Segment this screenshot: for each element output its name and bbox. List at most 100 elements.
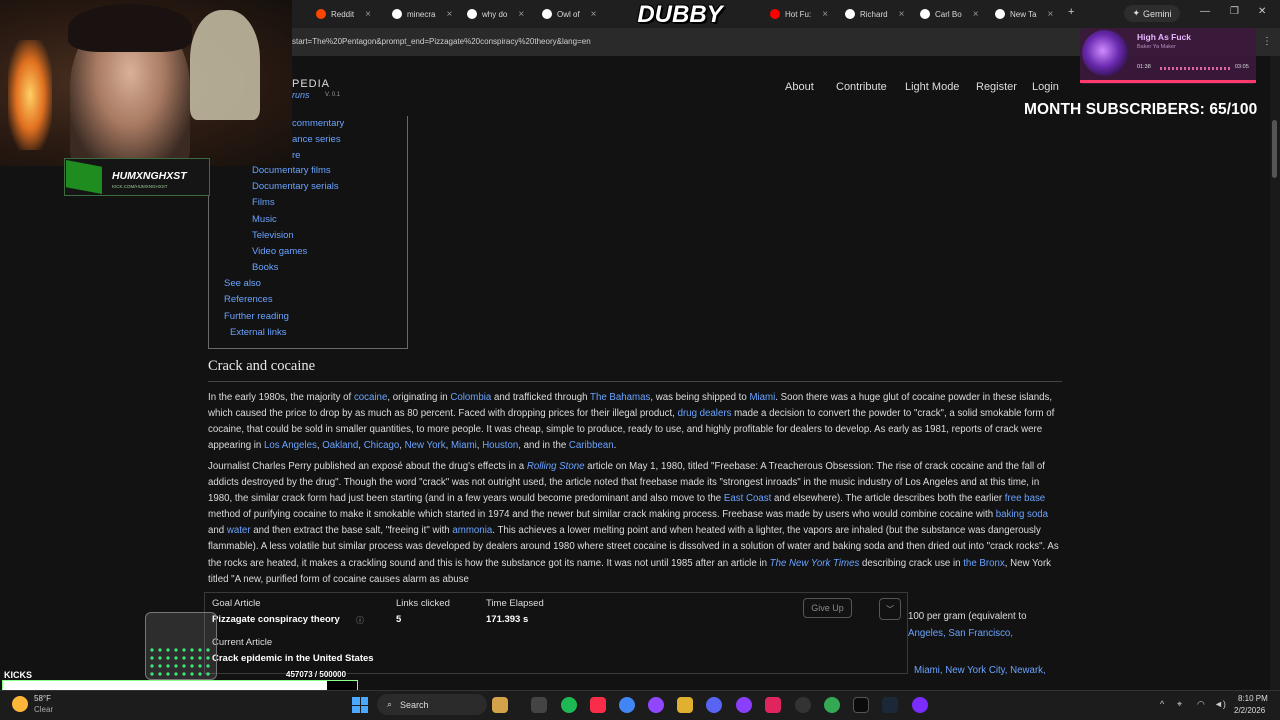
music-app-icon[interactable] <box>590 697 606 713</box>
toc-item[interactable]: See also <box>224 278 261 289</box>
article-link[interactable]: Los Angeles <box>264 440 317 451</box>
article-link[interactable]: water <box>227 525 251 536</box>
toc-item[interactable]: Films <box>252 197 275 208</box>
toc-item[interactable]: External links <box>230 327 287 338</box>
file-explorer-icon[interactable] <box>492 697 508 713</box>
location-icon[interactable]: ⌖ <box>1177 699 1182 710</box>
gemini-button[interactable]: ✦ Gemini <box>1124 5 1180 22</box>
article-link[interactable]: cocaine <box>354 392 387 403</box>
browser-tab[interactable]: Richard × <box>845 5 904 23</box>
toc-item[interactable]: Documentary films <box>252 165 331 176</box>
article-link[interactable]: Colombia <box>450 392 491 403</box>
browser-icon[interactable] <box>824 697 840 713</box>
article-link[interactable]: ammonia <box>452 525 492 536</box>
toc-item[interactable]: References <box>224 294 273 305</box>
tab-close-icon[interactable]: × <box>365 9 371 20</box>
article-link[interactable]: the Bronx <box>963 558 1004 569</box>
heading-divider <box>208 381 1062 382</box>
new-tab-button[interactable]: + <box>1068 6 1074 18</box>
browser-tab[interactable]: Owl of × <box>542 5 597 23</box>
nav-contribute[interactable]: Contribute <box>836 81 887 93</box>
nav-register[interactable]: Register <box>976 81 1017 93</box>
app-icon-purple[interactable] <box>736 697 752 713</box>
tab-close-icon[interactable]: × <box>591 9 597 20</box>
article-link[interactable]: New York <box>405 440 446 451</box>
browser-tab[interactable]: New Ta × <box>995 5 1053 23</box>
article-link[interactable]: Caribbean <box>569 440 614 451</box>
tab-close-icon[interactable]: × <box>518 9 524 20</box>
windows-start-icon[interactable] <box>352 697 368 713</box>
nav-light-mode[interactable]: Light Mode <box>905 81 959 93</box>
nav-login[interactable]: Login <box>1032 81 1059 93</box>
article-link[interactable]: free base <box>1005 493 1045 504</box>
maximize-icon[interactable]: ❐ <box>1230 6 1239 17</box>
nav-about[interactable]: About <box>785 81 814 93</box>
song-total: 03:05 <box>1235 64 1249 70</box>
article-link[interactable]: drug dealers <box>678 408 732 419</box>
chrome-icon[interactable] <box>619 697 635 713</box>
spotify-icon[interactable] <box>561 697 577 713</box>
browser-tab[interactable]: Reddit × <box>316 5 371 23</box>
article-link[interactable]: Miami <box>451 440 477 451</box>
site-logo[interactable]: PEDIA <box>292 78 330 90</box>
folder-icon[interactable] <box>677 697 693 713</box>
goal-article-value: Pizzagate conspiracy theory <box>212 614 340 625</box>
url-text[interactable]: start=The%20Pentagon&prompt_end=Pizzagat… <box>292 37 591 46</box>
toc-item[interactable]: commentary <box>292 118 344 129</box>
terminal-icon[interactable] <box>531 697 547 713</box>
app-icon-violet[interactable] <box>912 697 928 713</box>
article-link[interactable]: The Bahamas <box>590 392 650 403</box>
minimize-icon[interactable]: — <box>1200 6 1210 17</box>
taskbar-search[interactable]: ⌕ Search <box>377 694 487 715</box>
browser-tab[interactable]: Hot Fu: × <box>770 5 828 23</box>
scrollbar-thumb[interactable] <box>1272 120 1277 178</box>
toc-item[interactable]: Documentary serials <box>252 181 339 192</box>
article-link[interactable]: Houston <box>482 440 518 451</box>
article-link[interactable]: Oakland <box>322 440 358 451</box>
chevron-down-icon[interactable]: ﹀ <box>879 598 901 620</box>
toc-item[interactable]: Further reading <box>224 311 289 322</box>
tab-close-icon[interactable]: × <box>899 9 905 20</box>
close-window-icon[interactable]: ✕ <box>1258 6 1266 17</box>
terminal-app-icon[interactable] <box>853 697 869 713</box>
article-link[interactable]: baking soda <box>996 509 1048 520</box>
toc-item[interactable]: ance series <box>292 134 341 145</box>
steam-icon[interactable] <box>882 697 898 713</box>
browser-tab[interactable]: Carl Bo × <box>920 5 979 23</box>
browser-tab[interactable]: why do × <box>467 5 524 23</box>
tab-close-icon[interactable]: × <box>1048 9 1054 20</box>
give-up-button[interactable]: Give Up <box>803 598 852 618</box>
tab-close-icon[interactable]: × <box>446 9 452 20</box>
weather-condition[interactable]: Clear <box>34 705 53 714</box>
tab-close-icon[interactable]: × <box>822 9 828 20</box>
twitch-icon[interactable] <box>648 697 664 713</box>
taskbar <box>0 690 1280 720</box>
article-fragment-bottom[interactable]: Miami, New York City, Newark, <box>914 665 1064 676</box>
toc-item[interactable]: Books <box>252 262 278 273</box>
weather-icon[interactable] <box>12 696 28 712</box>
app-icon-red[interactable] <box>765 697 781 713</box>
toc-item[interactable]: re <box>292 150 300 161</box>
article-link[interactable]: Chicago <box>364 440 400 451</box>
article-link[interactable]: East Coast <box>724 493 771 504</box>
wifi-icon[interactable]: ◠ <box>1197 699 1205 710</box>
info-icon[interactable]: ⓘ <box>356 615 364 626</box>
volume-icon[interactable]: ◄) <box>1214 699 1226 709</box>
clock-time[interactable]: 8:10 PM <box>1238 694 1268 703</box>
clock-date[interactable]: 2/2/2026 <box>1234 706 1265 715</box>
toc-item[interactable]: Music <box>252 214 277 225</box>
more-options-icon[interactable]: ⋮ <box>1262 36 1272 47</box>
weather-temperature[interactable]: 58°F <box>34 694 51 703</box>
toc-item[interactable]: Video games <box>252 246 307 257</box>
discord-icon[interactable] <box>706 697 722 713</box>
obs-icon[interactable] <box>795 697 811 713</box>
channel-url: KICK.COM/HUMXNGHXST <box>112 184 168 189</box>
article-fragment-cities[interactable]: Angeles, San Francisco, <box>908 628 1013 639</box>
article-link[interactable]: Miami <box>749 392 775 403</box>
browser-tab[interactable]: minecra × <box>392 5 452 23</box>
tab-close-icon[interactable]: × <box>973 9 979 20</box>
article-link[interactable]: Rolling Stone <box>527 461 585 472</box>
toc-item[interactable]: Television <box>252 230 294 241</box>
article-link[interactable]: The New York Times <box>770 558 860 569</box>
chevron-up-icon[interactable]: ^ <box>1160 699 1164 709</box>
